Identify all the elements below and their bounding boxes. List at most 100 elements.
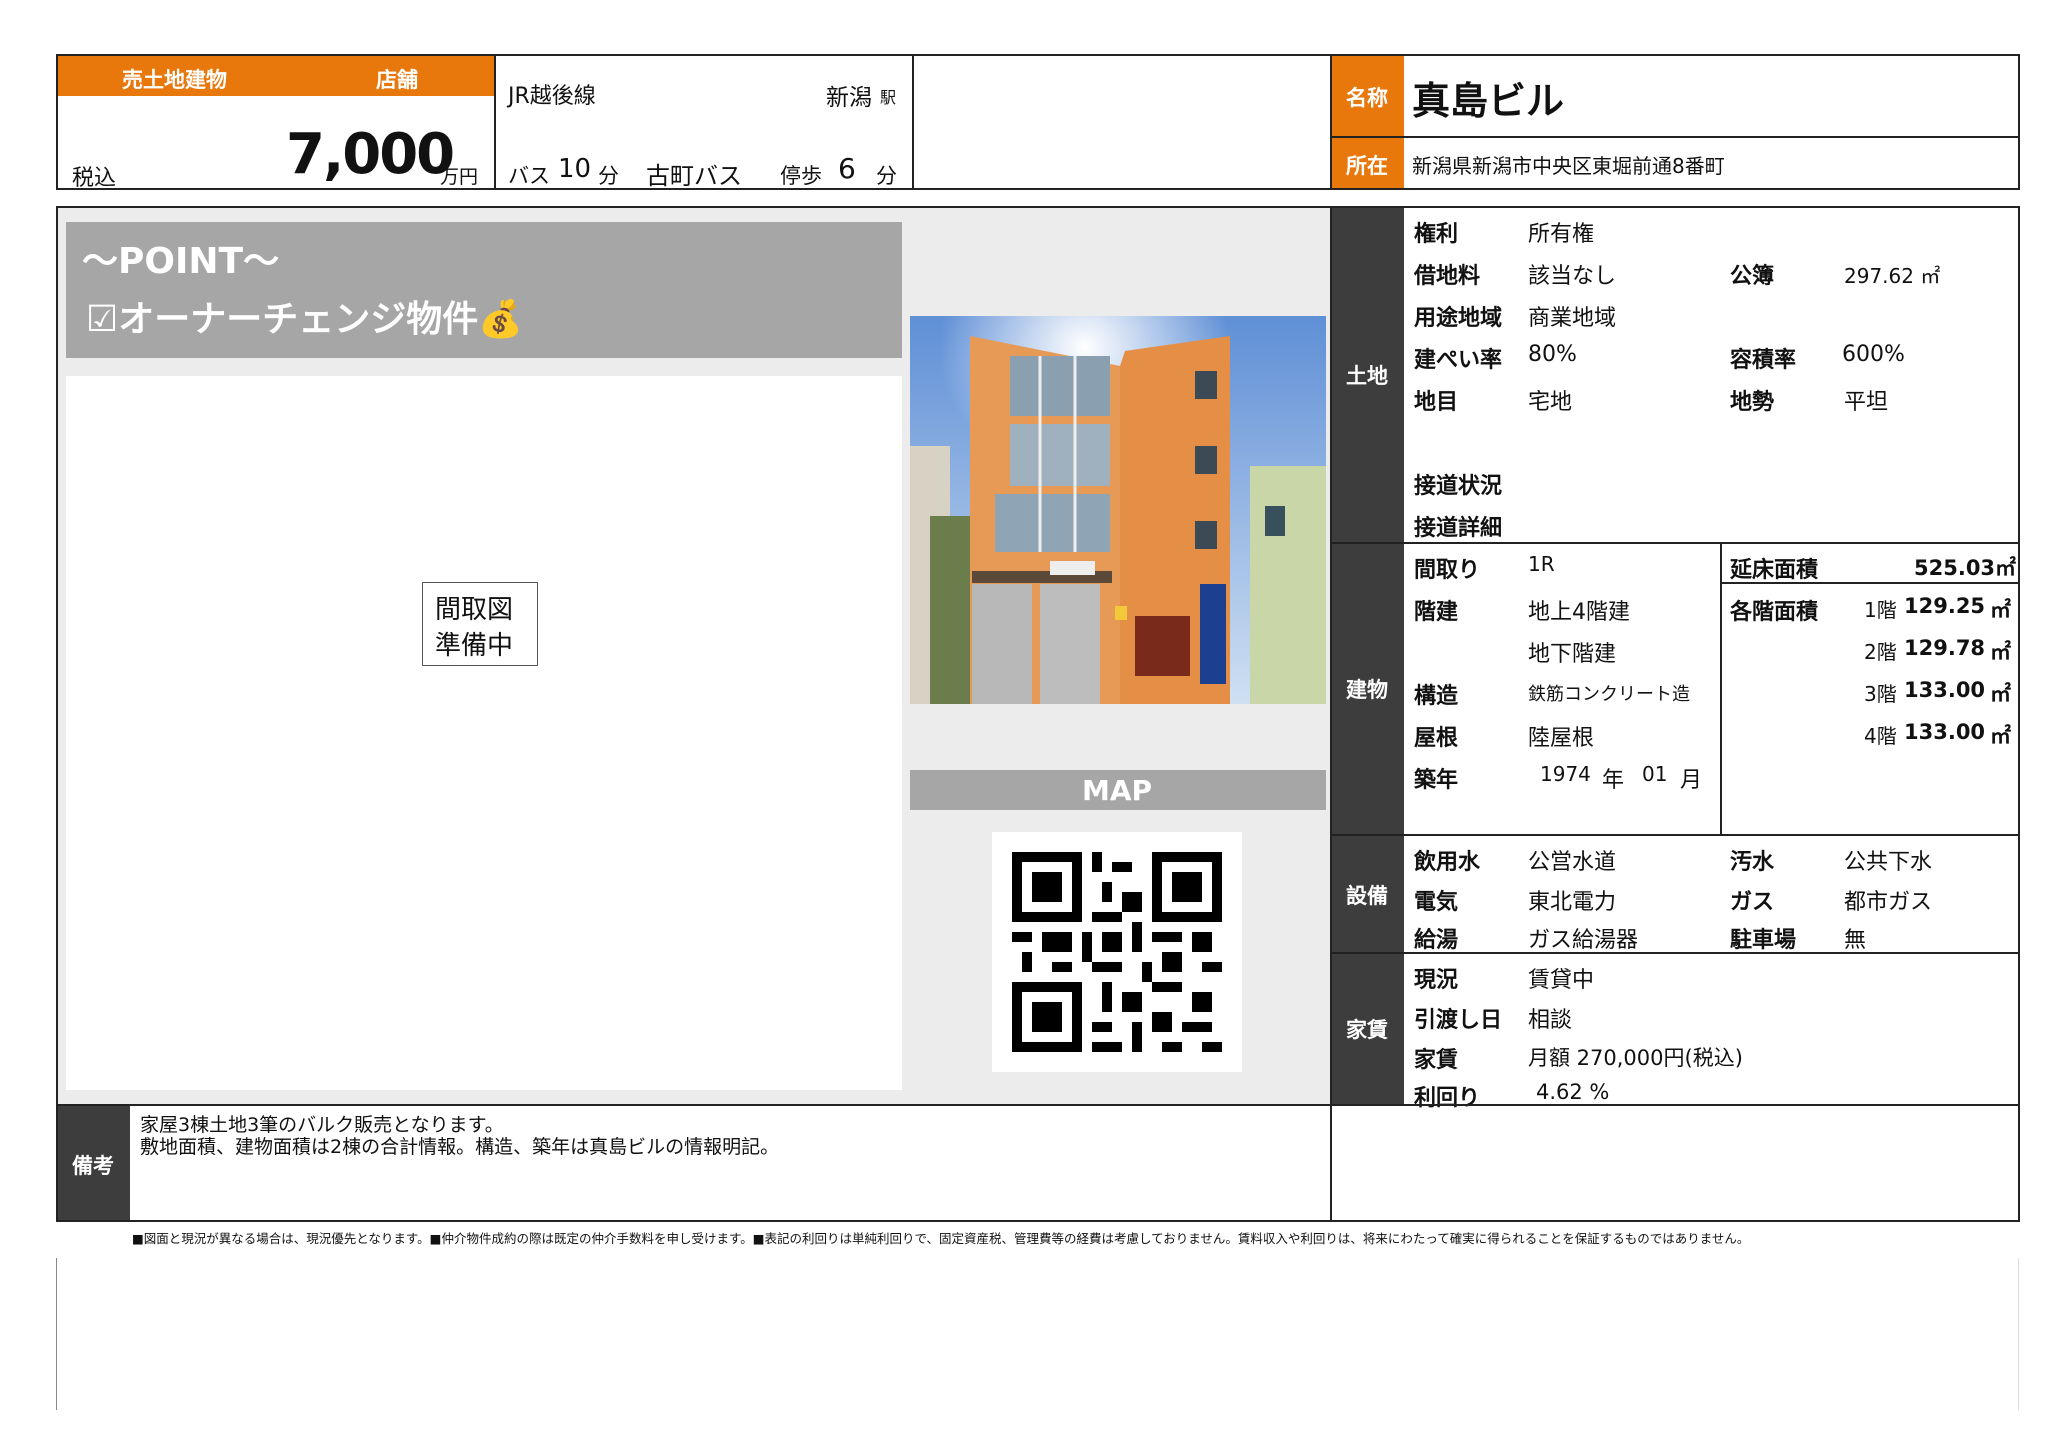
handover-value: 相談: [1528, 1008, 1573, 1033]
sewage-value: 公共下水: [1844, 850, 1933, 875]
floor1-unit: ㎡: [1990, 598, 2011, 622]
road-detail-label: 接道詳細: [1414, 516, 1503, 541]
power-value: 東北電力: [1528, 890, 1617, 915]
remarks-label: 備考: [72, 1154, 114, 1178]
qr-code-svg: [992, 832, 1242, 1072]
bus-unit: 分: [598, 164, 619, 188]
area-label: 公簿: [1730, 264, 1775, 289]
lease-value: 該当なし: [1528, 264, 1617, 289]
map-label: MAP: [1082, 774, 1153, 807]
rent-section-label: 家賃: [1332, 954, 1404, 1104]
name-address-box: 名称 真島ビル 所在 新潟県新潟市中央区東堀前通8番町: [1330, 54, 2020, 190]
floorplan-area: 間取図 準備中: [66, 376, 902, 1090]
remarks-box: 備考 家屋3棟土地3筆のバルク販売となります。 敷地面積、建物面積は2棟の合計情…: [56, 1104, 1332, 1222]
layout-label: 間取り: [1414, 558, 1481, 583]
name-label-cell: 名称: [1332, 56, 1404, 136]
gas-label: ガス: [1730, 890, 1775, 915]
floor3-area: 133.00: [1904, 678, 1986, 702]
floorplan-line1: 間取図: [435, 595, 514, 625]
land-category-label: 地目: [1414, 390, 1459, 415]
built-label: 築年: [1414, 768, 1459, 793]
sewage-label: 汚水: [1730, 850, 1775, 875]
remarks-right-box: [1330, 1104, 2020, 1222]
divider-building: [1332, 834, 2018, 836]
parking-value: 無: [1844, 928, 1867, 953]
floorplan-placeholder: 間取図 準備中: [422, 582, 538, 666]
area-value: 297.62 ㎡: [1844, 264, 1941, 288]
floor1-name: 1階: [1864, 598, 1897, 622]
floor2-unit: ㎡: [1990, 640, 2011, 664]
station-name: 新潟: [826, 85, 872, 111]
roof-label: 屋根: [1414, 726, 1459, 751]
property-address: 新潟県新潟市中央区東堀前通8番町: [1412, 154, 1725, 178]
footer-note: ■図面と現況が異なる場合は、現況優先となります。■仲介物件成約の際は既定の仲介手…: [132, 1231, 1750, 1246]
floor2-name: 2階: [1864, 640, 1897, 664]
structure-value: 鉄筋コンクリート造: [1528, 684, 1690, 705]
point-item: ☑オーナーチェンジ物件💰: [86, 299, 524, 340]
far-label: 容積率: [1730, 348, 1797, 373]
access-box: JR越後線 新潟 駅 バス 10 分 古町バス 停歩 6 分: [494, 54, 914, 190]
walk-label: 停歩: [780, 164, 822, 188]
address-label: 所在: [1346, 154, 1388, 178]
floor-area-value: 525.03㎡: [1914, 556, 2017, 580]
bcr-label: 建ぺい率: [1414, 348, 1503, 373]
terrain-value: 平坦: [1844, 390, 1889, 415]
month-unit: 月: [1680, 768, 1703, 793]
point-banner: ～POINT～ ☑オーナーチェンジ物件💰: [66, 222, 902, 358]
bus-minutes: 10: [558, 154, 592, 184]
floor2-area: 129.78: [1904, 636, 1986, 660]
building-photo-svg: [910, 316, 1326, 704]
roof-value: 陸屋根: [1528, 726, 1595, 751]
name-divider: [1332, 136, 2018, 138]
floors-below-value: 地下階建: [1528, 642, 1617, 667]
hotwater-label: 給湯: [1414, 928, 1459, 953]
qr-code[interactable]: [992, 832, 1242, 1072]
floor4-area: 133.00: [1904, 720, 1986, 744]
terrain-label: 地勢: [1730, 390, 1775, 415]
point-title: ～POINT～: [82, 241, 280, 282]
zone-label: 用途地域: [1414, 306, 1503, 331]
floor3-name: 3階: [1864, 682, 1897, 706]
building-photo: [910, 316, 1326, 704]
spec-table: 土地 建物 設備 家賃 権利 所有権 借地料 該当なし 公簿 297.62 ㎡ …: [1330, 206, 2020, 1111]
structure-label: 構造: [1414, 684, 1459, 709]
year-unit: 年: [1602, 768, 1625, 793]
land-section-label: 土地: [1332, 208, 1404, 542]
rent-value: 月額 270,000円(税込): [1528, 1046, 1743, 1070]
rent-section-text: 家賃: [1346, 1018, 1388, 1042]
bus-label: バス: [508, 164, 550, 188]
floor3-unit: ㎡: [1990, 682, 2011, 706]
main-left-panel: ～POINT～ ☑オーナーチェンジ物件💰 間取図 準備中 MAP: [56, 206, 1332, 1106]
zone-value: 商業地域: [1528, 306, 1617, 331]
divider-land: [1332, 542, 2018, 544]
gas-value: 都市ガス: [1844, 890, 1933, 915]
building-col-divider: [1720, 544, 1722, 834]
floor4-unit: ㎡: [1990, 724, 2011, 748]
floors-label: 階建: [1414, 600, 1459, 625]
floorplan-line2: 準備中: [435, 631, 514, 661]
lease-label: 借地料: [1414, 264, 1481, 289]
bus-stop: 古町バス: [646, 162, 742, 190]
floors-above-value: 地上4階建: [1528, 600, 1630, 625]
building-section-text: 建物: [1346, 678, 1388, 702]
rent-label: 家賃: [1414, 1048, 1459, 1073]
built-month: 01: [1642, 762, 1668, 786]
floor1-area: 129.25: [1904, 594, 1986, 618]
walk-unit: 分: [876, 164, 897, 188]
header-price-box: 売土地建物 店舗 税込 7,000 万円: [56, 54, 496, 191]
tax-label: 税込: [72, 166, 117, 191]
building-section-label: 建物: [1332, 544, 1404, 834]
land-section-text: 土地: [1346, 364, 1388, 388]
address-label-cell: 所在: [1332, 138, 1404, 188]
header-blank-box: [912, 54, 1332, 190]
remarks-label-cell: 備考: [58, 1106, 130, 1220]
property-type-label: 店舗: [376, 68, 418, 92]
handover-label: 引渡し日: [1414, 1008, 1503, 1033]
built-year: 1974: [1540, 762, 1591, 786]
bcr-value: 80%: [1528, 342, 1577, 367]
parking-label: 駐車場: [1730, 928, 1797, 953]
page-edge-right: [2018, 1258, 2019, 1410]
property-name: 真島ビル: [1412, 79, 1565, 123]
page-edge-left: [56, 1258, 57, 1410]
walk-minutes: 6: [838, 152, 856, 185]
